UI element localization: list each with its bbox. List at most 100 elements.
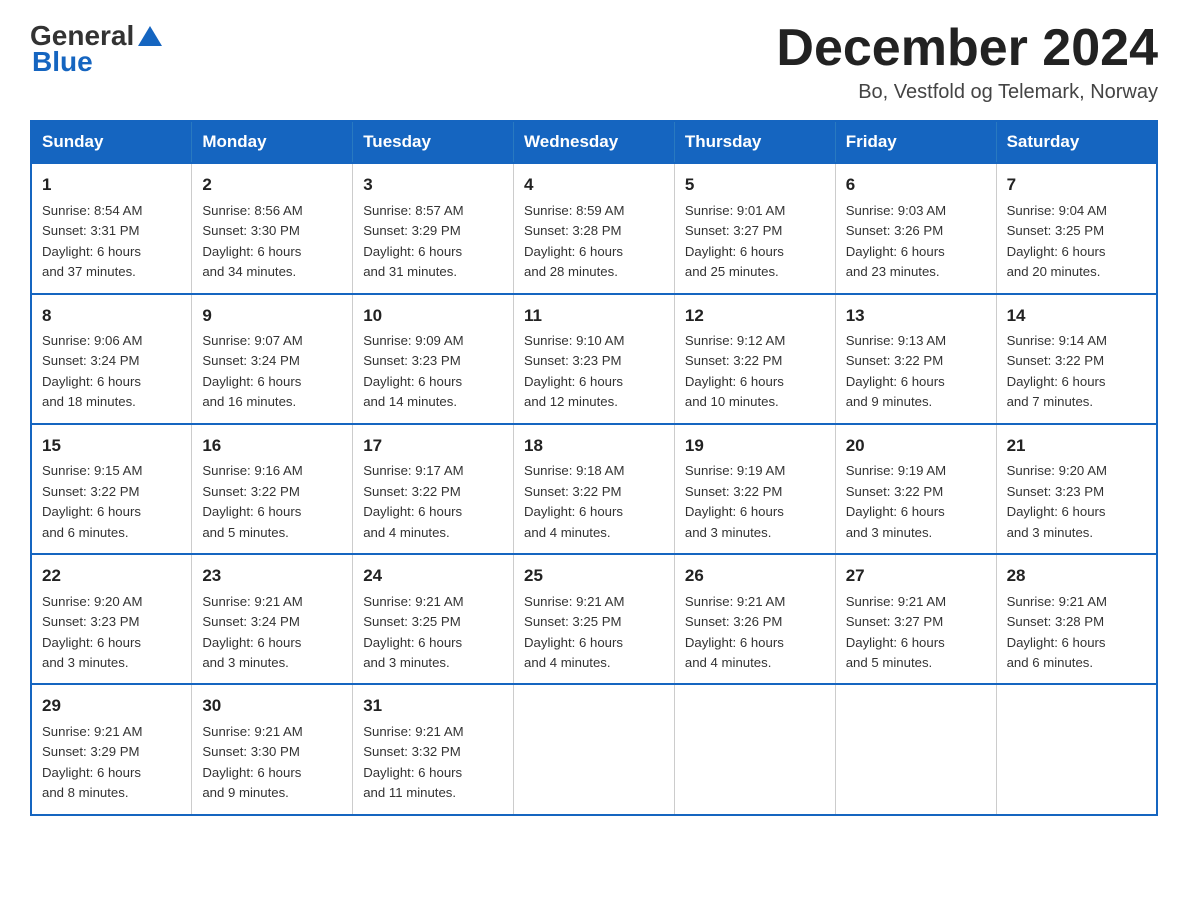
day-info: Sunrise: 9:07 AMSunset: 3:24 PMDaylight:… <box>202 333 302 409</box>
calendar-day-cell: 11 Sunrise: 9:10 AMSunset: 3:23 PMDayligh… <box>514 294 675 424</box>
day-number: 27 <box>846 563 986 589</box>
header-sunday: Sunday <box>31 121 192 163</box>
calendar-day-cell: 24 Sunrise: 9:21 AMSunset: 3:25 PMDayligh… <box>353 554 514 684</box>
calendar-empty-cell <box>514 684 675 814</box>
day-info: Sunrise: 9:09 AMSunset: 3:23 PMDaylight:… <box>363 333 463 409</box>
day-info: Sunrise: 9:21 AMSunset: 3:30 PMDaylight:… <box>202 724 302 800</box>
day-number: 26 <box>685 563 825 589</box>
day-info: Sunrise: 9:19 AMSunset: 3:22 PMDaylight:… <box>685 463 785 539</box>
day-number: 25 <box>524 563 664 589</box>
day-info: Sunrise: 9:20 AMSunset: 3:23 PMDaylight:… <box>42 594 142 670</box>
calendar-empty-cell <box>996 684 1157 814</box>
day-info: Sunrise: 9:12 AMSunset: 3:22 PMDaylight:… <box>685 333 785 409</box>
calendar-day-cell: 16 Sunrise: 9:16 AMSunset: 3:22 PMDayligh… <box>192 424 353 554</box>
day-number: 22 <box>42 563 181 589</box>
page-header: General Blue December 2024 Bo, Vestfold … <box>30 20 1158 104</box>
header-tuesday: Tuesday <box>353 121 514 163</box>
calendar-empty-cell <box>674 684 835 814</box>
day-info: Sunrise: 9:20 AMSunset: 3:23 PMDaylight:… <box>1007 463 1107 539</box>
day-info: Sunrise: 9:21 AMSunset: 3:26 PMDaylight:… <box>685 594 785 670</box>
calendar-day-cell: 31 Sunrise: 9:21 AMSunset: 3:32 PMDayligh… <box>353 684 514 814</box>
calendar-day-cell: 30 Sunrise: 9:21 AMSunset: 3:30 PMDayligh… <box>192 684 353 814</box>
day-number: 30 <box>202 693 342 719</box>
day-info: Sunrise: 9:18 AMSunset: 3:22 PMDaylight:… <box>524 463 624 539</box>
day-info: Sunrise: 9:21 AMSunset: 3:25 PMDaylight:… <box>524 594 624 670</box>
day-number: 16 <box>202 433 342 459</box>
day-number: 19 <box>685 433 825 459</box>
day-number: 31 <box>363 693 503 719</box>
calendar-day-cell: 8 Sunrise: 9:06 AMSunset: 3:24 PMDaylight… <box>31 294 192 424</box>
day-info: Sunrise: 9:14 AMSunset: 3:22 PMDaylight:… <box>1007 333 1107 409</box>
calendar-table: SundayMondayTuesdayWednesdayThursdayFrid… <box>30 120 1158 816</box>
day-number: 18 <box>524 433 664 459</box>
day-info: Sunrise: 9:15 AMSunset: 3:22 PMDaylight:… <box>42 463 142 539</box>
day-number: 12 <box>685 303 825 329</box>
calendar-day-cell: 22 Sunrise: 9:20 AMSunset: 3:23 PMDayligh… <box>31 554 192 684</box>
day-info: Sunrise: 8:54 AMSunset: 3:31 PMDaylight:… <box>42 203 142 279</box>
calendar-empty-cell <box>835 684 996 814</box>
calendar-week-row: 1 Sunrise: 8:54 AMSunset: 3:31 PMDaylight… <box>31 163 1157 293</box>
logo-triangle-icon <box>136 22 164 50</box>
calendar-day-cell: 25 Sunrise: 9:21 AMSunset: 3:25 PMDayligh… <box>514 554 675 684</box>
header-thursday: Thursday <box>674 121 835 163</box>
day-number: 24 <box>363 563 503 589</box>
calendar-week-row: 22 Sunrise: 9:20 AMSunset: 3:23 PMDayligh… <box>31 554 1157 684</box>
calendar-day-cell: 20Sunrise: 9:19 AMSunset: 3:22 PMDayligh… <box>835 424 996 554</box>
day-info: Sunrise: 8:59 AMSunset: 3:28 PMDaylight:… <box>524 203 624 279</box>
day-number: 20 <box>846 433 986 459</box>
calendar-day-cell: 29 Sunrise: 9:21 AMSunset: 3:29 PMDayligh… <box>31 684 192 814</box>
day-info: Sunrise: 9:03 AMSunset: 3:26 PMDaylight:… <box>846 203 946 279</box>
calendar-day-cell: 17Sunrise: 9:17 AMSunset: 3:22 PMDayligh… <box>353 424 514 554</box>
day-number: 1 <box>42 172 181 198</box>
header-wednesday: Wednesday <box>514 121 675 163</box>
day-number: 2 <box>202 172 342 198</box>
header-friday: Friday <box>835 121 996 163</box>
calendar-day-cell: 18 Sunrise: 9:18 AMSunset: 3:22 PMDayligh… <box>514 424 675 554</box>
day-info: Sunrise: 9:01 AMSunset: 3:27 PMDaylight:… <box>685 203 785 279</box>
day-number: 21 <box>1007 433 1146 459</box>
day-number: 6 <box>846 172 986 198</box>
calendar-day-cell: 12 Sunrise: 9:12 AMSunset: 3:22 PMDayligh… <box>674 294 835 424</box>
calendar-day-cell: 26 Sunrise: 9:21 AMSunset: 3:26 PMDayligh… <box>674 554 835 684</box>
day-number: 8 <box>42 303 181 329</box>
day-number: 23 <box>202 563 342 589</box>
day-number: 15 <box>42 433 181 459</box>
day-info: Sunrise: 8:56 AMSunset: 3:30 PMDaylight:… <box>202 203 302 279</box>
day-number: 4 <box>524 172 664 198</box>
calendar-day-cell: 13 Sunrise: 9:13 AMSunset: 3:22 PMDayligh… <box>835 294 996 424</box>
day-info: Sunrise: 9:21 AMSunset: 3:28 PMDaylight:… <box>1007 594 1107 670</box>
calendar-day-cell: 5 Sunrise: 9:01 AMSunset: 3:27 PMDaylight… <box>674 163 835 293</box>
day-info: Sunrise: 9:06 AMSunset: 3:24 PMDaylight:… <box>42 333 142 409</box>
day-info: Sunrise: 9:10 AMSunset: 3:23 PMDaylight:… <box>524 333 624 409</box>
day-info: Sunrise: 9:13 AMSunset: 3:22 PMDaylight:… <box>846 333 946 409</box>
day-number: 29 <box>42 693 181 719</box>
calendar-day-cell: 14 Sunrise: 9:14 AMSunset: 3:22 PMDayligh… <box>996 294 1157 424</box>
day-info: Sunrise: 9:21 AMSunset: 3:32 PMDaylight:… <box>363 724 463 800</box>
header-monday: Monday <box>192 121 353 163</box>
calendar-day-cell: 21 Sunrise: 9:20 AMSunset: 3:23 PMDayligh… <box>996 424 1157 554</box>
calendar-day-cell: 6 Sunrise: 9:03 AMSunset: 3:26 PMDaylight… <box>835 163 996 293</box>
calendar-day-cell: 1 Sunrise: 8:54 AMSunset: 3:31 PMDaylight… <box>31 163 192 293</box>
calendar-day-cell: 28 Sunrise: 9:21 AMSunset: 3:28 PMDayligh… <box>996 554 1157 684</box>
calendar-week-row: 29 Sunrise: 9:21 AMSunset: 3:29 PMDayligh… <box>31 684 1157 814</box>
title-block: December 2024 Bo, Vestfold og Telemark, … <box>776 20 1158 104</box>
day-info: Sunrise: 9:21 AMSunset: 3:25 PMDaylight:… <box>363 594 463 670</box>
day-number: 28 <box>1007 563 1146 589</box>
day-number: 13 <box>846 303 986 329</box>
day-info: Sunrise: 9:21 AMSunset: 3:27 PMDaylight:… <box>846 594 946 670</box>
day-number: 14 <box>1007 303 1146 329</box>
location-subtitle: Bo, Vestfold og Telemark, Norway <box>776 81 1158 104</box>
calendar-day-cell: 9Sunrise: 9:07 AMSunset: 3:24 PMDaylight… <box>192 294 353 424</box>
calendar-day-cell: 7Sunrise: 9:04 AMSunset: 3:25 PMDaylight… <box>996 163 1157 293</box>
calendar-header-row: SundayMondayTuesdayWednesdayThursdayFrid… <box>31 121 1157 163</box>
calendar-day-cell: 19 Sunrise: 9:19 AMSunset: 3:22 PMDayligh… <box>674 424 835 554</box>
day-info: Sunrise: 9:16 AMSunset: 3:22 PMDaylight:… <box>202 463 302 539</box>
calendar-day-cell: 15 Sunrise: 9:15 AMSunset: 3:22 PMDayligh… <box>31 424 192 554</box>
day-info: Sunrise: 9:21 AMSunset: 3:29 PMDaylight:… <box>42 724 142 800</box>
calendar-day-cell: 10Sunrise: 9:09 AMSunset: 3:23 PMDayligh… <box>353 294 514 424</box>
day-info: Sunrise: 9:17 AMSunset: 3:22 PMDaylight:… <box>363 463 463 539</box>
day-number: 11 <box>524 303 664 329</box>
calendar-day-cell: 23Sunrise: 9:21 AMSunset: 3:24 PMDayligh… <box>192 554 353 684</box>
header-saturday: Saturday <box>996 121 1157 163</box>
day-number: 5 <box>685 172 825 198</box>
